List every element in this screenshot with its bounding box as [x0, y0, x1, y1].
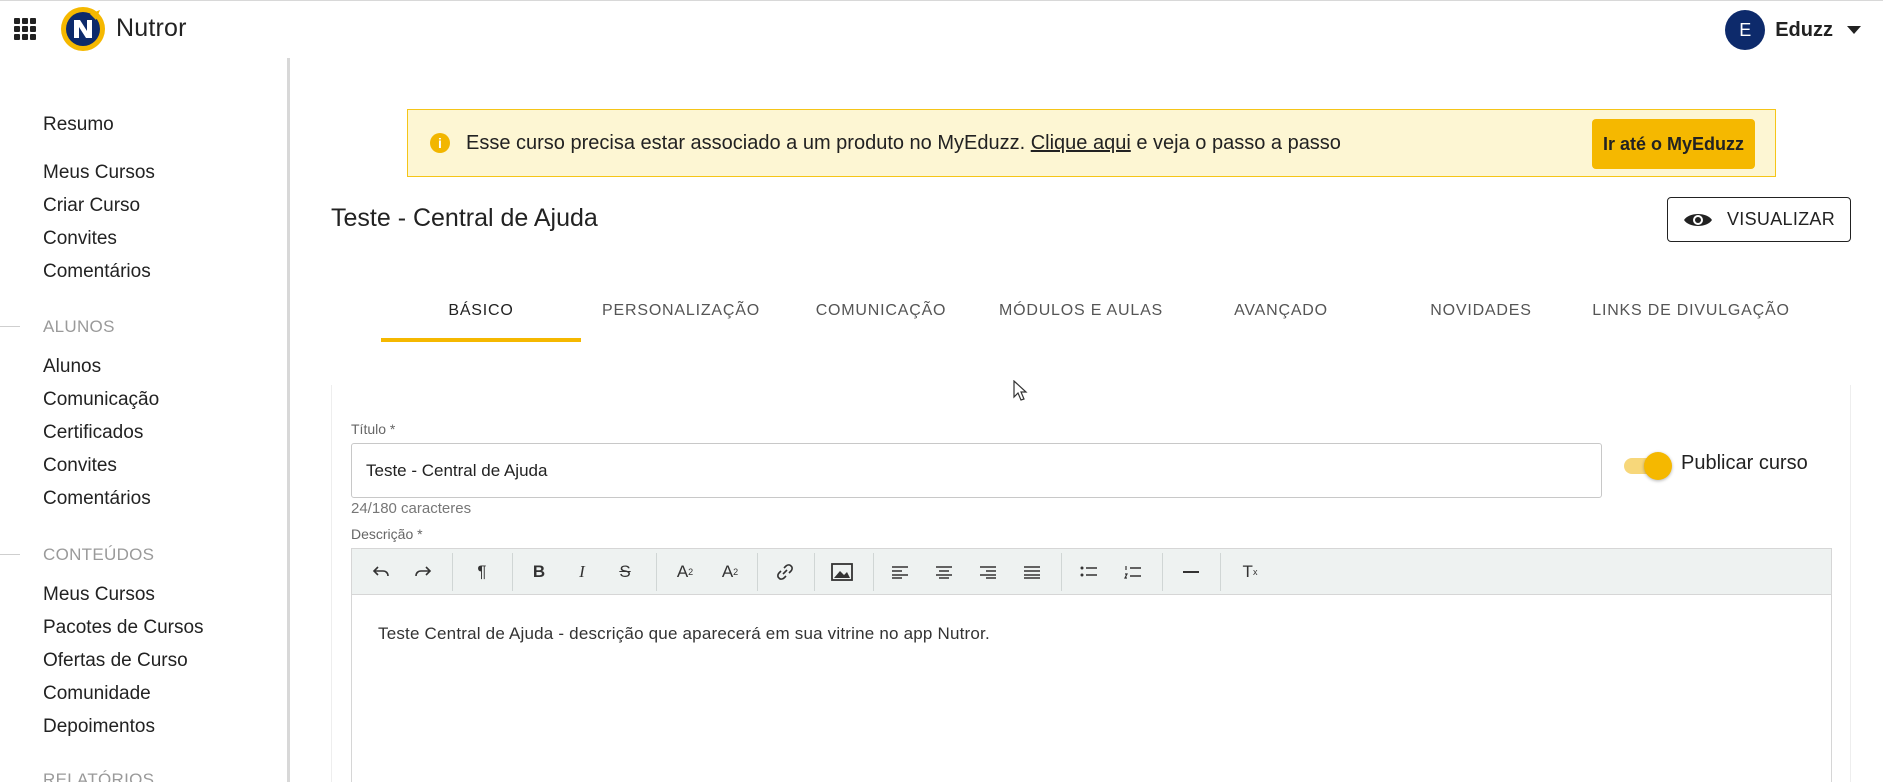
redo-icon[interactable] [408, 557, 438, 587]
align-right-icon[interactable] [973, 557, 1003, 587]
description-text[interactable]: Teste Central de Ajuda - descrição que a… [378, 624, 990, 644]
brand-name: Nutror [116, 14, 187, 42]
course-tabs: BÁSICO PERSONALIZAÇÃO COMUNICAÇÃO MÓDULO… [381, 290, 1801, 342]
title-label: Título * [351, 421, 396, 437]
alert-message: Esse curso precisa estar associado a um … [466, 132, 1341, 155]
section-divider [0, 326, 20, 327]
sidebar-item-meus-cursos-conteudos[interactable]: Meus Cursos [43, 584, 155, 606]
paragraph-icon[interactable]: ¶ [467, 557, 497, 587]
myeduzz-alert: i Esse curso precisa estar associado a u… [407, 109, 1776, 177]
chevron-down-icon[interactable] [1847, 26, 1861, 34]
alert-help-link[interactable]: Clique aqui [1031, 132, 1131, 154]
sidebar-item-pacotes-de-cursos[interactable]: Pacotes de Cursos [43, 617, 204, 639]
section-divider [0, 554, 20, 555]
section-title-alunos: ALUNOS [43, 317, 115, 336]
toolbar-separator [1220, 553, 1221, 591]
publish-course-label: Publicar curso [1681, 452, 1808, 474]
toggle-knob [1644, 452, 1672, 480]
clear-format-icon[interactable]: Tx [1235, 557, 1265, 587]
bullet-list-icon[interactable] [1074, 557, 1104, 587]
top-bar: Nutror E Eduzz [0, 0, 1883, 58]
alert-text-before: Esse curso precisa estar associado a um … [466, 131, 1031, 154]
superscript-icon[interactable]: A2 [670, 557, 700, 587]
link-icon[interactable] [770, 557, 800, 587]
tab-avancado[interactable]: AVANÇADO [1181, 290, 1381, 342]
align-justify-icon[interactable] [1017, 557, 1047, 587]
sidebar-item-depoimentos[interactable]: Depoimentos [43, 716, 155, 738]
italic-icon[interactable]: I [567, 557, 597, 587]
sidebar-item-alunos[interactable]: Alunos [43, 356, 101, 378]
horizontal-rule-icon[interactable] [1176, 557, 1206, 587]
sidebar-item-comentarios[interactable]: Comentários [43, 261, 151, 283]
description-label: Descrição * [351, 526, 423, 542]
sidebar-item-certificados[interactable]: Certificados [43, 422, 143, 444]
toolbar-separator [452, 553, 453, 591]
sidebar-item-resumo[interactable]: Resumo [43, 114, 114, 136]
section-title-relatorios: RELATÓRIOS [43, 770, 155, 782]
mouse-pointer-icon [1013, 380, 1028, 401]
nutror-logo-icon[interactable] [60, 6, 106, 52]
toolbar-separator [512, 553, 513, 591]
strikethrough-icon[interactable]: S [610, 557, 640, 587]
title-input[interactable] [351, 443, 1602, 498]
section-title-conteudos: CONTEÚDOS [43, 545, 155, 564]
avatar[interactable]: E [1725, 10, 1766, 50]
description-editor: ¶ B I S A2 A2 T x Teste Central de Ajuda… [351, 548, 1832, 782]
alert-text-after: e veja o passo a passo [1130, 131, 1341, 154]
sidebar-item-ofertas-de-curso[interactable]: Ofertas de Curso [43, 650, 188, 672]
tab-comunicacao[interactable]: COMUNICAÇÃO [781, 290, 981, 342]
account-name[interactable]: Eduzz [1775, 19, 1833, 42]
view-button[interactable]: VISUALIZAR [1667, 197, 1851, 242]
align-center-icon[interactable] [929, 557, 959, 587]
eye-icon [1683, 213, 1712, 226]
subscript-icon[interactable]: A2 [715, 557, 745, 587]
sidebar-item-meus-cursos[interactable]: Meus Cursos [43, 162, 155, 184]
account-menu[interactable]: E Eduzz [1725, 10, 1861, 50]
tab-modulos-e-aulas[interactable]: MÓDULOS E AULAS [981, 290, 1181, 342]
toolbar-separator [656, 553, 657, 591]
toolbar-separator [757, 553, 758, 591]
editor-toolbar: ¶ B I S A2 A2 T x [352, 549, 1831, 595]
sidebar-item-comentarios-alunos[interactable]: Comentários [43, 488, 151, 510]
sidebar: Resumo Meus Cursos Criar Curso Convites … [0, 58, 290, 782]
page-title: Teste - Central de Ajuda [331, 204, 598, 232]
toolbar-separator [1061, 553, 1062, 591]
sidebar-item-comunidade[interactable]: Comunidade [43, 683, 151, 705]
char-count: 24/180 caracteres [351, 500, 472, 517]
apps-grid-icon[interactable] [14, 18, 36, 40]
sidebar-item-convites-alunos[interactable]: Convites [43, 455, 117, 477]
toolbar-separator [873, 553, 874, 591]
publish-course-toggle[interactable] [1622, 452, 1672, 480]
undo-icon[interactable] [366, 557, 396, 587]
info-icon: i [430, 133, 450, 153]
tab-basico[interactable]: BÁSICO [381, 290, 581, 342]
go-to-myeduzz-button[interactable]: Ir até o MyEduzz [1591, 119, 1755, 169]
tab-novidades[interactable]: NOVIDADES [1381, 290, 1581, 342]
toolbar-separator [814, 553, 815, 591]
numbered-list-icon[interactable] [1118, 557, 1148, 587]
tab-links-de-divulgacao[interactable]: LINKS DE DIVULGAÇÃO [1581, 290, 1801, 342]
view-button-label: VISUALIZAR [1726, 209, 1836, 229]
align-left-icon[interactable] [885, 557, 915, 587]
bold-icon[interactable]: B [524, 557, 554, 587]
sidebar-item-comunicacao[interactable]: Comunicação [43, 389, 159, 411]
sidebar-item-convites[interactable]: Convites [43, 228, 117, 250]
sidebar-item-criar-curso[interactable]: Criar Curso [43, 195, 140, 217]
image-icon[interactable] [827, 557, 857, 587]
tab-personalizacao[interactable]: PERSONALIZAÇÃO [581, 290, 781, 342]
toolbar-separator [1162, 553, 1163, 591]
